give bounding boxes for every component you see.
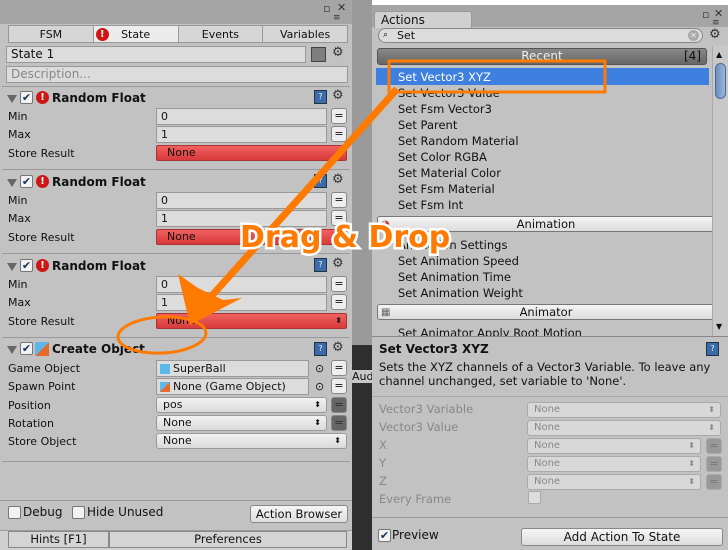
drag-drop-annotation: Drag & Drop (116, 59, 607, 355)
arrow-head (178, 274, 242, 325)
annotation-label: Drag & Drop (240, 220, 450, 255)
arrow-shaft (205, 86, 400, 303)
drop-target-ellipse (116, 315, 208, 355)
highlight-rectangle (387, 59, 607, 94)
